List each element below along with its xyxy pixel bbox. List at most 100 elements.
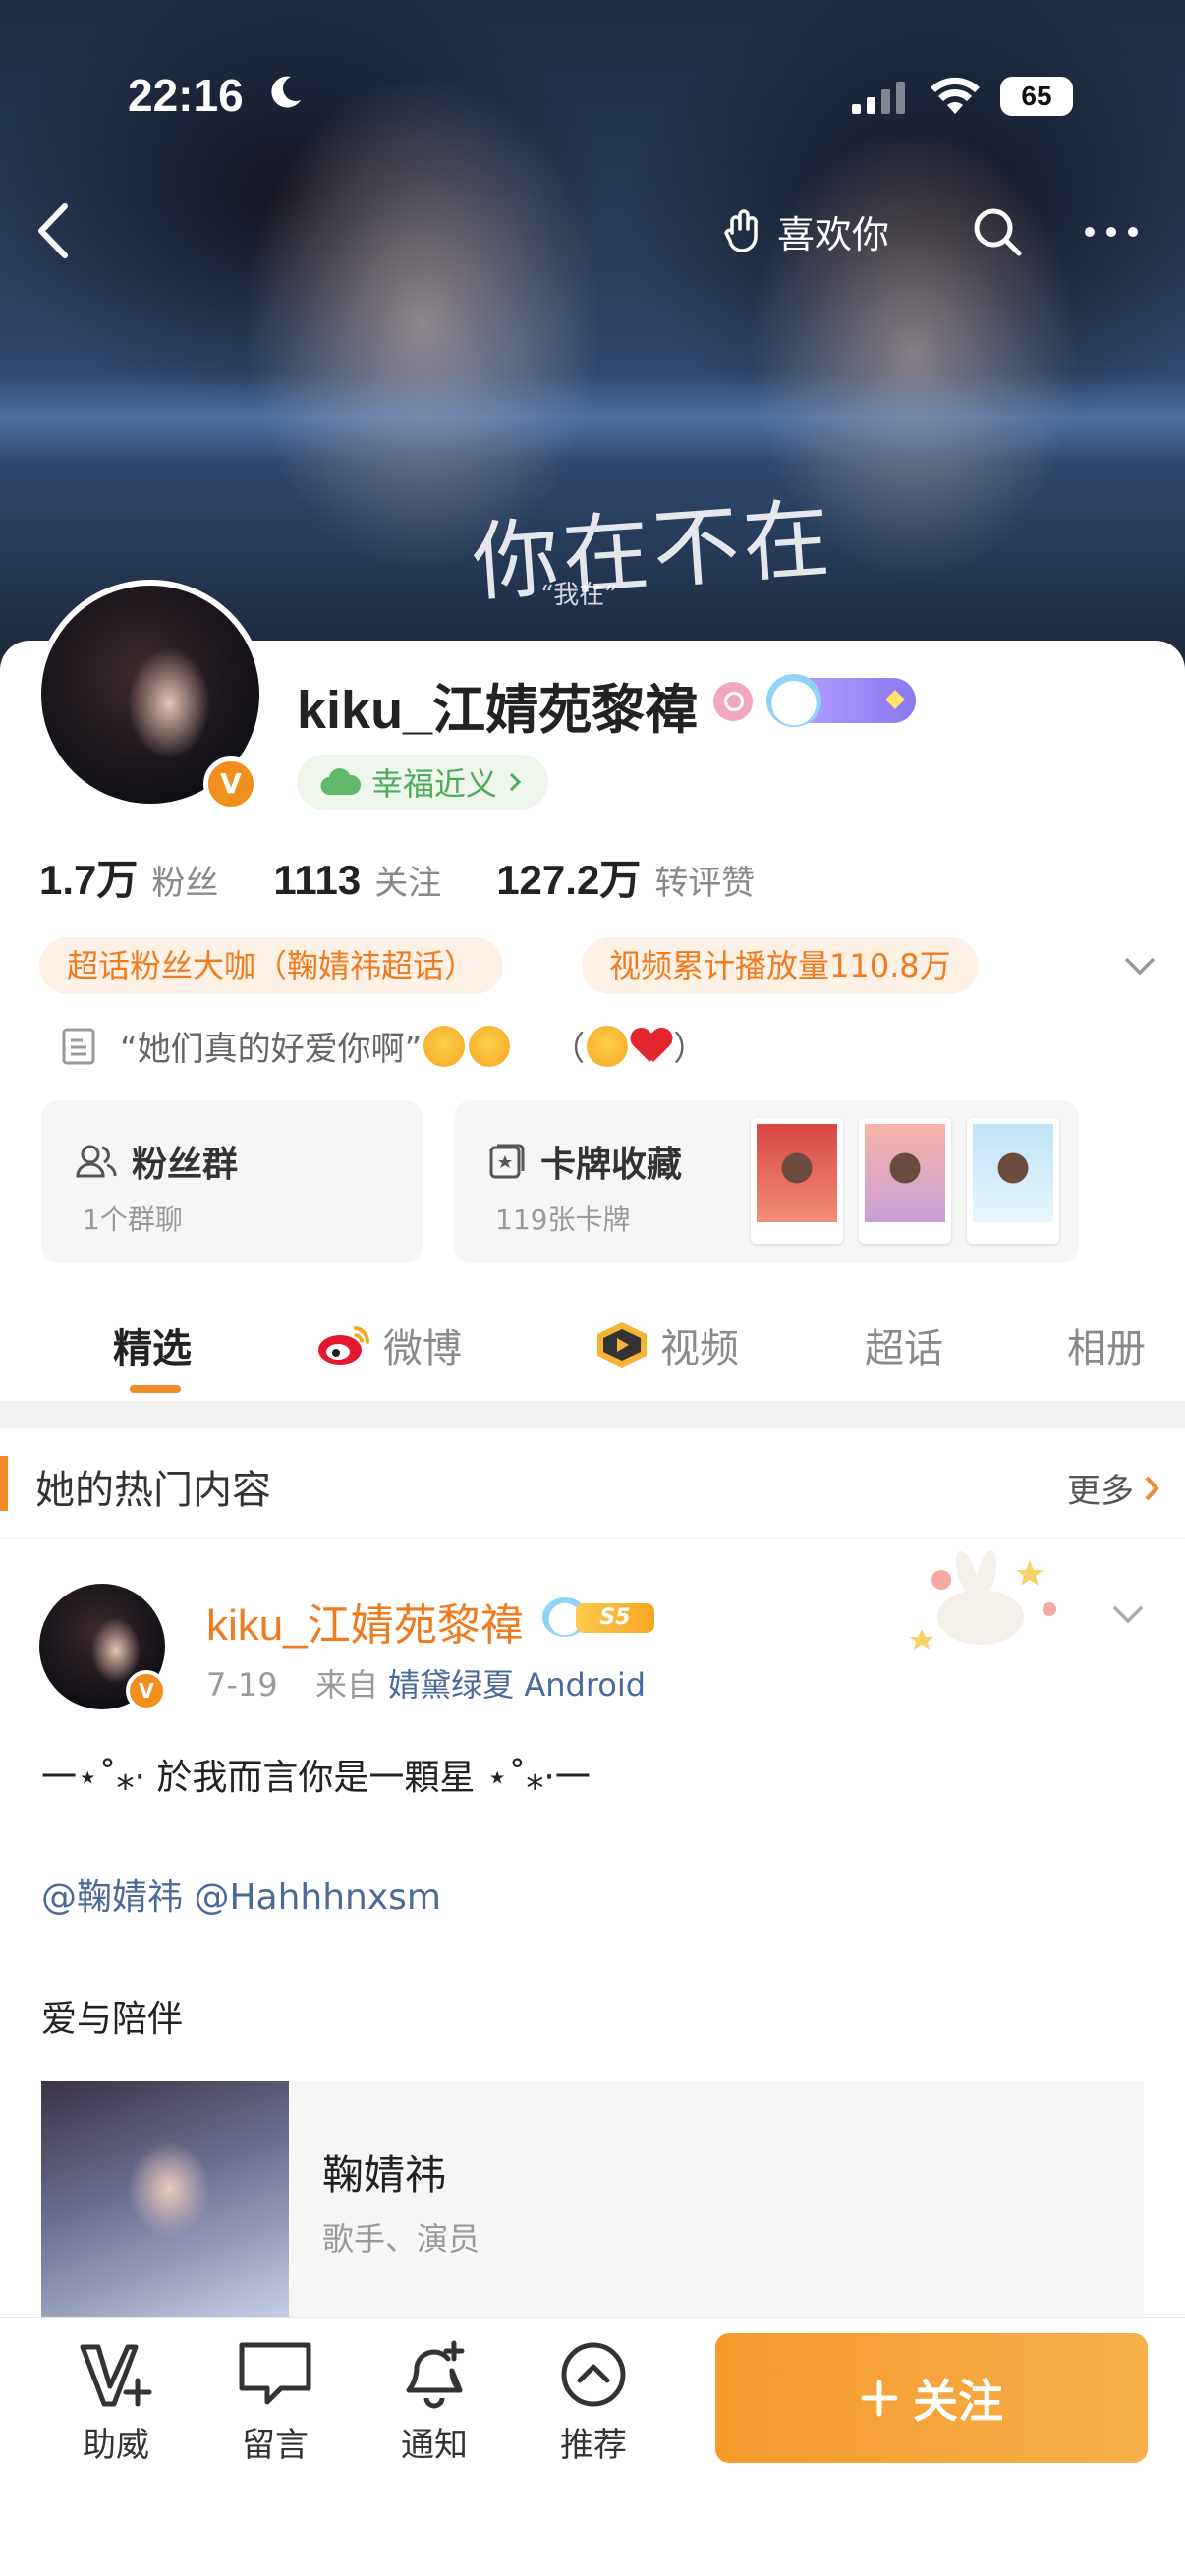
stat-label: 转评赞	[654, 865, 756, 902]
stat-followers[interactable]: 1.7万 粉丝	[39, 847, 218, 907]
tab-label: 超话	[865, 1326, 943, 1372]
follow-button[interactable]: 关注	[715, 2333, 1148, 2463]
moon-icon	[271, 76, 301, 108]
collectible-card-thumb	[859, 1118, 951, 1244]
post-from-prefix: 来自	[314, 1666, 378, 1704]
notify-label: 通知	[401, 2426, 468, 2465]
honor-tag-supertopic[interactable]: 超话粉丝大咖（鞠婧祎超话）	[39, 937, 504, 994]
card-collection-sub: 119张卡牌	[495, 1204, 631, 1236]
level-badge[interactable]: S5	[542, 1597, 656, 1637]
fan-group-card[interactable]: 粉丝群 1个群聊	[41, 1100, 423, 1263]
tab-supertopic[interactable]: 超话	[865, 1316, 943, 1373]
wifi-icon	[931, 77, 980, 114]
fortune-tag-label: 幸福近义	[371, 765, 498, 803]
plus-icon	[861, 2380, 898, 2417]
bottom-action-bar: 助威 留言 通知 推荐 关注	[0, 2317, 1185, 2576]
lens-badge-icon[interactable]	[713, 682, 753, 721]
more-label: 更多	[1067, 1472, 1134, 1511]
post-text-line: 爱与陪伴	[41, 1999, 184, 2040]
link-card-subtitle: 歌手、演员	[322, 2220, 480, 2258]
profile-link-card[interactable]: 鞠婧祎 歌手、演员	[41, 2081, 1144, 2317]
section-divider	[0, 1401, 1185, 1428]
notify-button[interactable]: 通知	[375, 2337, 493, 2466]
collectible-card-thumb	[967, 1118, 1059, 1244]
section-accent-bar	[0, 1456, 8, 1511]
wink-emoji-icon	[423, 1025, 466, 1067]
message-label: 留言	[242, 2426, 309, 2465]
feed-post[interactable]: V kiku_江婧苑黎禕 S5 7-19 来自 婧黛绿夏 Android 一⋆˚…	[0, 1540, 1185, 2317]
cover-subtitle-text: “我在”	[540, 581, 618, 610]
back-arrow-icon[interactable]	[29, 196, 79, 265]
cheer-button[interactable]: 助威	[57, 2337, 175, 2466]
search-icon[interactable]	[968, 202, 1027, 261]
tab-label: 微博	[383, 1326, 462, 1372]
mascot-icon	[766, 674, 821, 727]
post-text-line: 一⋆˚⁎⋅ 於我而言你是一顆星 ⋆˚⁎⋅一	[41, 1758, 591, 1798]
hot-content-header: 她的热门内容 更多	[0, 1428, 1185, 1539]
chevron-down-icon[interactable]	[1108, 1599, 1148, 1629]
cheer-v-icon	[80, 2344, 152, 2407]
profile-username: kiku_江婧苑黎禕	[297, 681, 699, 740]
recommend-label: 推荐	[560, 2426, 627, 2465]
kiss-emoji-icon	[469, 1025, 511, 1067]
honor-tags-row: 超话粉丝大咖（鞠婧祎超话） 视频累计播放量110.8万	[39, 937, 1159, 994]
profile-tabs: 精选 微博 视频 超话 相册	[0, 1293, 1185, 1401]
recommend-icon	[561, 2342, 626, 2407]
tab-label: 视频	[660, 1326, 739, 1372]
tab-label: 精选	[113, 1326, 192, 1372]
signal-icon	[852, 82, 905, 114]
group-icon	[76, 1145, 117, 1178]
level-label: S5	[576, 1603, 654, 1633]
cloud-icon	[320, 768, 362, 796]
hot-more-link[interactable]: 更多	[1067, 1464, 1161, 1512]
profile-stats: 1.7万 粉丝 1113 关注 127.2万 转评赞	[39, 847, 810, 907]
honor-tag-video-plays[interactable]: 视频累计播放量110.8万	[582, 937, 979, 994]
stat-interactions[interactable]: 127.2万 转评赞	[496, 847, 755, 907]
card-collection-icon	[489, 1144, 525, 1179]
tab-featured[interactable]: 精选	[113, 1316, 192, 1373]
video-badge-icon	[597, 1322, 647, 1368]
post-date: 7-19	[206, 1666, 278, 1704]
chevron-right-icon	[509, 772, 522, 792]
stat-following[interactable]: 1113 关注	[273, 856, 441, 904]
bio-paren-close: ）	[673, 1030, 707, 1069]
message-button[interactable]: 留言	[216, 2337, 334, 2466]
bunny-sticker-icon	[910, 1550, 1056, 1650]
member-level-badge[interactable]	[766, 674, 916, 727]
like-you-button[interactable]: 喜欢你	[722, 198, 889, 263]
weibo-logo-icon	[318, 1326, 370, 1365]
stat-number: 127.2万	[496, 857, 642, 903]
fan-group-title: 粉丝群	[132, 1145, 239, 1185]
link-card-title: 鞠婧祎	[322, 2151, 447, 2199]
tab-video[interactable]: 视频	[593, 1316, 739, 1373]
more-dots-icon[interactable]	[1081, 202, 1142, 261]
heart-emoji-icon	[632, 1029, 671, 1064]
card-collection-card[interactable]: 卡牌收藏 119张卡牌	[454, 1100, 1079, 1263]
tab-active-underline	[130, 1385, 181, 1393]
post-username[interactable]: kiku_江婧苑黎禕	[206, 1590, 524, 1652]
chevron-right-icon	[1145, 1476, 1159, 1500]
cover-light-band	[0, 373, 1185, 462]
star-icon	[885, 690, 905, 709]
tab-weibo[interactable]: 微博	[316, 1316, 462, 1373]
status-time: 22:16	[128, 70, 244, 121]
stat-number: 1113	[273, 857, 362, 903]
fan-group-sub: 1个群聊	[83, 1204, 183, 1236]
post-meta: 7-19 来自 婧黛绿夏 Android	[206, 1660, 646, 1706]
recommend-button[interactable]: 推荐	[535, 2337, 652, 2466]
document-icon	[62, 1028, 95, 1064]
post-source[interactable]: 婧黛绿夏 Android	[388, 1666, 646, 1704]
like-you-label: 喜欢你	[777, 212, 890, 256]
bell-icon	[406, 2340, 465, 2409]
fortune-tag[interactable]: 幸福近义	[297, 755, 549, 810]
profile-bio: “她们真的好爱你啊” （ ）	[61, 1022, 706, 1070]
stat-label: 粉丝	[151, 865, 219, 902]
gesture-hand-icon	[724, 209, 758, 252]
collectible-card-thumb	[751, 1118, 843, 1244]
profile-cards-row: 粉丝群 1个群聊 卡牌收藏 119张卡牌	[41, 1100, 1083, 1263]
tab-album[interactable]: 相册	[1067, 1316, 1146, 1373]
status-bar: 22:16 65	[0, 59, 1185, 138]
chevron-down-icon[interactable]	[1120, 949, 1159, 982]
fan-group-header: 粉丝群	[75, 1136, 238, 1187]
post-mentions[interactable]: @鞠婧祎 @Hahhhnxsm	[41, 1869, 441, 1920]
